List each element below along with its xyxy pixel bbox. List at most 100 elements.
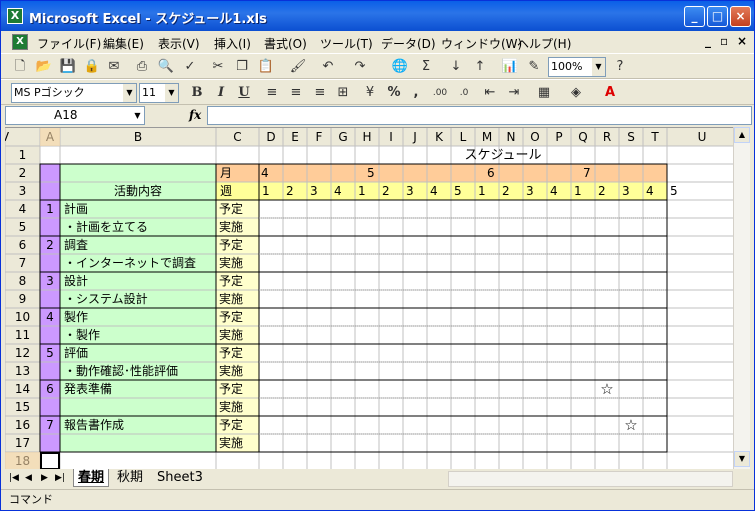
title-bar[interactable]: X Microsoft Excel - スケジュール1.xls _ □ × [1, 1, 754, 31]
sheet-svg[interactable]: ABCDEFGHIJKLMNOPQRSTUV123456789101112131… [5, 128, 750, 469]
first-sheet-icon[interactable]: |◀ [9, 473, 19, 483]
print-preview-icon[interactable]: 🔍 [157, 58, 175, 76]
excel-app-icon[interactable]: X [7, 8, 23, 24]
undo-icon[interactable]: ↶ [319, 58, 337, 76]
font-size-select[interactable]: 11 ▼ [139, 83, 179, 103]
fx-icon[interactable]: fx [189, 108, 201, 122]
column-header-p[interactable]: P [555, 130, 562, 144]
tab-spring[interactable]: 春期 [73, 469, 110, 487]
zoom-select[interactable]: 100% ▼ [548, 57, 606, 77]
fill-color-icon[interactable]: ◈ [567, 84, 585, 102]
column-header-i[interactable]: I [389, 130, 393, 144]
merge-center-icon[interactable]: ⊞ [334, 84, 352, 102]
row-header-8[interactable]: 8 [19, 274, 27, 288]
menu-edit[interactable]: 編集(E) [103, 35, 144, 52]
menu-data[interactable]: データ(D) [381, 35, 436, 52]
column-header-m[interactable]: M [482, 130, 492, 144]
menu-format[interactable]: 書式(O) [264, 35, 307, 52]
chart-wizard-icon[interactable]: 📊 [501, 58, 519, 76]
menu-view[interactable]: 表示(V) [158, 35, 200, 52]
decrease-decimal-icon[interactable]: .0 [455, 84, 473, 102]
bold-button[interactable]: B [188, 84, 206, 102]
row-header-6[interactable]: 6 [19, 238, 27, 252]
column-header-r[interactable]: R [603, 130, 611, 144]
open-icon[interactable]: 📂 [35, 58, 53, 76]
menu-help[interactable]: ヘルプ(H) [517, 35, 571, 52]
email-icon[interactable]: ✉ [105, 58, 123, 76]
row-header-16[interactable]: 16 [15, 418, 30, 432]
scroll-down-icon[interactable]: ▼ [734, 451, 750, 467]
underline-button[interactable]: U [235, 84, 253, 102]
format-painter-icon[interactable]: 🖌 [289, 58, 307, 76]
column-header-o[interactable]: O [530, 130, 539, 144]
doc-restore-button[interactable]: ▫ [720, 34, 728, 48]
column-header-f[interactable]: F [316, 130, 323, 144]
minimize-button[interactable]: _ [684, 6, 705, 27]
column-header-n[interactable]: N [507, 130, 516, 144]
align-right-icon[interactable]: ≡ [311, 84, 329, 102]
column-header-h[interactable]: H [362, 130, 371, 144]
row-header-14[interactable]: 14 [15, 382, 30, 396]
formula-input[interactable] [207, 106, 752, 125]
permission-icon[interactable]: 🔒 [83, 58, 101, 76]
menu-tools[interactable]: ツール(T) [320, 35, 373, 52]
next-sheet-icon[interactable]: ▶ [41, 473, 48, 483]
column-header-s[interactable]: S [627, 130, 635, 144]
row-header-11[interactable]: 11 [15, 328, 30, 342]
sort-descending-icon[interactable]: ↑ [471, 58, 489, 76]
increase-decimal-icon[interactable]: .00 [431, 84, 449, 102]
column-header-c[interactable]: C [233, 130, 241, 144]
font-name-select[interactable]: MS Pゴシック ▼ [11, 83, 137, 103]
spelling-icon[interactable]: ✓ [181, 58, 199, 76]
column-header-q[interactable]: Q [578, 130, 587, 144]
row-header-17[interactable]: 17 [15, 436, 30, 450]
chevron-down-icon[interactable]: ▼ [165, 84, 178, 102]
hyperlink-icon[interactable]: 🌐 [391, 58, 409, 76]
doc-minimize-button[interactable]: _ [705, 34, 711, 48]
scroll-up-icon[interactable]: ▲ [734, 127, 750, 143]
last-sheet-icon[interactable]: ▶| [55, 473, 65, 483]
align-left-icon[interactable]: ≡ [263, 84, 281, 102]
font-color-icon[interactable]: A [601, 84, 619, 102]
tab-sheet3[interactable]: Sheet3 [153, 469, 207, 487]
chevron-down-icon[interactable]: ▼ [123, 84, 136, 102]
column-header-j[interactable]: J [412, 130, 417, 144]
row-header-12[interactable]: 12 [15, 346, 30, 360]
column-header-b[interactable]: B [134, 130, 142, 144]
menu-file[interactable]: ファイル(F) [37, 35, 101, 52]
borders-icon[interactable]: ▦ [535, 84, 553, 102]
doc-close-button[interactable]: × [737, 34, 747, 48]
vertical-scrollbar[interactable]: ▲ ▼ [733, 127, 750, 469]
increase-indent-icon[interactable]: ⇥ [505, 84, 523, 102]
percent-button[interactable]: % [385, 84, 403, 102]
row-header-3[interactable]: 3 [19, 184, 27, 198]
column-header-u[interactable]: U [698, 130, 707, 144]
copy-icon[interactable]: ❐ [233, 58, 251, 76]
row-header-10[interactable]: 10 [15, 310, 30, 324]
row-header-2[interactable]: 2 [19, 166, 27, 180]
row-header-1[interactable]: 1 [19, 148, 27, 162]
chevron-down-icon[interactable]: ▼ [592, 58, 605, 76]
maximize-button[interactable]: □ [707, 6, 728, 27]
row-header-4[interactable]: 4 [19, 202, 27, 216]
column-header-t[interactable]: T [650, 130, 659, 144]
column-header-l[interactable]: L [460, 130, 467, 144]
tab-autumn[interactable]: 秋期 [113, 469, 147, 487]
row-header-7[interactable]: 7 [19, 256, 27, 270]
row-header-13[interactable]: 13 [15, 364, 30, 378]
sort-ascending-icon[interactable]: ↓ [447, 58, 465, 76]
column-header-k[interactable]: K [435, 130, 444, 144]
align-center-icon[interactable]: ≡ [287, 84, 305, 102]
menu-window[interactable]: ウィンドウ(W) [441, 35, 522, 52]
horizontal-scrollbar[interactable] [448, 471, 733, 487]
comma-button[interactable]: , [407, 84, 425, 102]
help-icon[interactable]: ? [611, 58, 629, 76]
column-header-g[interactable]: G [338, 130, 347, 144]
autosum-icon[interactable]: Σ [417, 58, 435, 76]
name-box[interactable]: A18 ▼ [5, 106, 145, 125]
drawing-icon[interactable]: ✎ [525, 58, 543, 76]
chevron-down-icon[interactable]: ▼ [131, 107, 144, 124]
italic-button[interactable]: I [212, 84, 230, 102]
cut-icon[interactable]: ✂ [209, 58, 227, 76]
row-header-15[interactable]: 15 [15, 400, 30, 414]
